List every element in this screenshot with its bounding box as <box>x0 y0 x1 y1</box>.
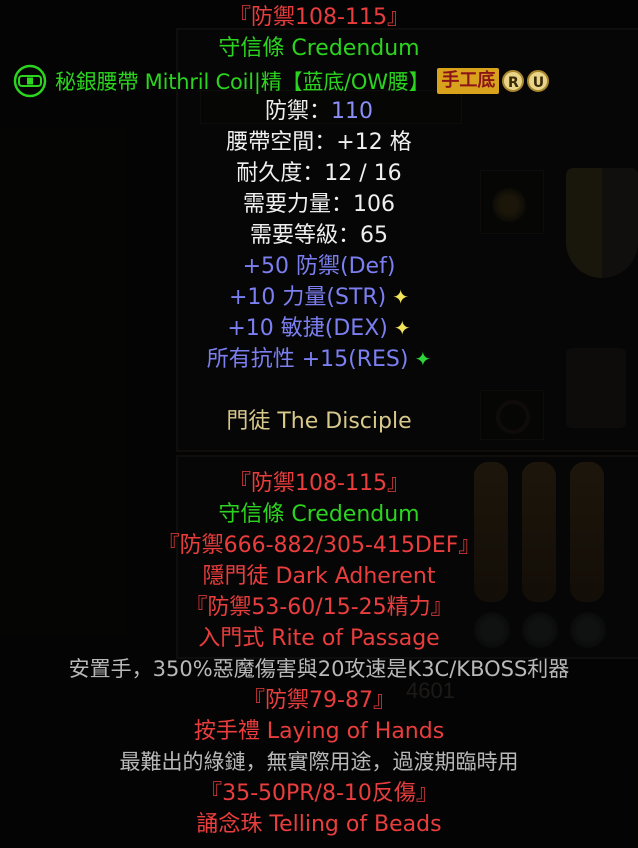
mod-dexterity: +10 敏捷(DEX) <box>227 316 388 341</box>
set-name: 門徒 The Disciple <box>226 409 412 434</box>
star-icon: ✦ <box>392 285 410 309</box>
set-item-range: 『防禦666-882/305-415DEF』 <box>157 533 481 558</box>
set-item-range: 『防禦53-60/15-25精力』 <box>185 595 453 620</box>
set-item-name: 隱門徒 Dark Adherent <box>202 564 436 589</box>
unique-item-name: 守信條 Credendum <box>218 36 420 61</box>
set-item-note: 最難出的綠鏈，無實際用途，過渡期臨時用 <box>119 750 519 774</box>
rare-badge: R <box>502 69 525 92</box>
mod-dexterity-line: +10 敏捷(DEX) ✦ <box>0 313 638 344</box>
set-item-name: 按手禮 Laying of Hands <box>193 719 445 744</box>
belt-icon <box>13 64 47 97</box>
durability: 耐久度：12 / 16 <box>236 161 402 186</box>
set-item-range: 『防禦79-87』 <box>243 688 395 713</box>
set-item-name: 誦念珠 Telling of Beads <box>196 812 442 837</box>
handmade-base-badge: 手工底 <box>437 67 500 94</box>
base-item-name: 秘銀腰帶 Mithril Coil|精【蓝底/OW腰】 <box>55 69 430 94</box>
star-icon: ✦ <box>414 347 432 371</box>
defense-value: 110 <box>331 99 373 124</box>
defense-label: 防禦： <box>264 99 331 124</box>
required-level: 需要等級：65 <box>250 223 388 248</box>
set-item-note: 安置手，350%惡魔傷害與20攻速是K3C/KBOSS利器 <box>68 657 570 681</box>
belt-slots: 腰帶空間：+12 格 <box>226 130 412 155</box>
mod-strength: +10 力量(STR) <box>228 285 387 310</box>
item-tooltip: 『防禦108-115』 守信條 Credendum 秘銀腰帶 Mithril C… <box>0 0 638 848</box>
star-icon: ✦ <box>393 316 411 340</box>
set-item-range: 『防禦108-115』 <box>229 471 409 496</box>
required-strength: 需要力量：106 <box>243 192 395 217</box>
set-item-name: 守信條 Credendum <box>218 502 420 527</box>
mod-defense: +50 防禦(Def) <box>242 254 396 279</box>
defense-line: 防禦：110 <box>0 96 638 127</box>
unique-badge: U <box>527 69 550 92</box>
set-item-range: 『35-50PR/8-10反傷』 <box>200 781 438 806</box>
mod-resist-line: 所有抗性 +15(RES) ✦ <box>0 344 638 375</box>
defense-range: 『防禦108-115』 <box>229 5 409 30</box>
mod-strength-line: +10 力量(STR) ✦ <box>0 282 638 313</box>
base-item-row: 秘銀腰帶 Mithril Coil|精【蓝底/OW腰】 手工底 R U <box>0 64 638 97</box>
mod-resist: 所有抗性 +15(RES) <box>206 347 409 372</box>
set-item-name: 入門式 Rite of Passage <box>198 626 440 651</box>
game-screen: 4601 『防禦108-115』 守信條 Credendum 秘銀腰帶 Mith… <box>0 0 638 848</box>
